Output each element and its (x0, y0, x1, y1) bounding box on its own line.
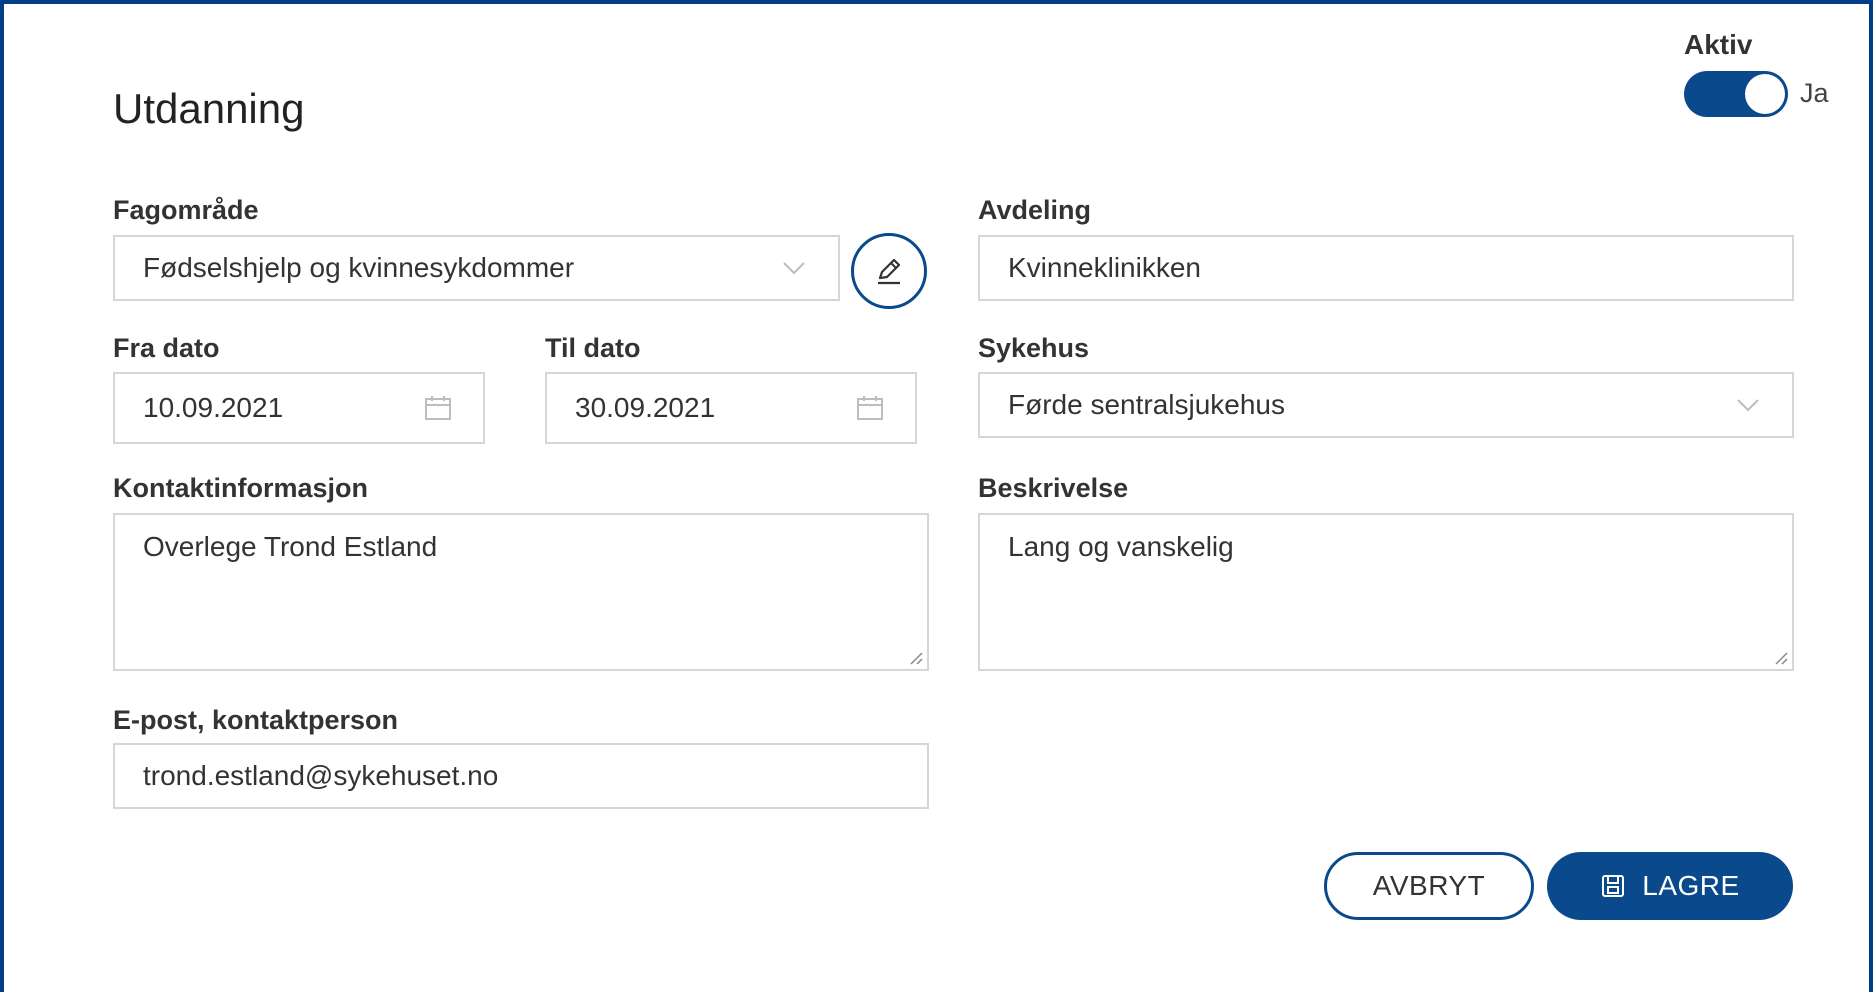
cancel-button[interactable]: AVBRYT (1324, 852, 1534, 920)
kontaktinformasjon-value: Overlege Trond Estland (143, 531, 438, 562)
avdeling-value: Kvinneklinikken (1008, 252, 1201, 283)
toggle-knob (1745, 74, 1785, 114)
beskrivelse-label: Beskrivelse (978, 473, 1129, 503)
fra-dato-input[interactable]: 10.09.2021 (113, 372, 485, 444)
sykehus-value: Førde sentralsjukehus (1008, 389, 1286, 420)
fagomrade-label: Fagområde (113, 195, 259, 225)
til-dato-label: Til dato (545, 333, 641, 363)
active-toggle-state: Ja (1800, 78, 1829, 108)
fra-dato-value: 10.09.2021 (143, 392, 284, 423)
avdeling-label: Avdeling (978, 195, 1092, 225)
calendar-icon[interactable] (423, 393, 453, 423)
avdeling-input[interactable]: Kvinneklinikken (978, 235, 1794, 301)
epost-value: trond.estland@sykehuset.no (143, 760, 499, 791)
pencil-icon (878, 258, 901, 285)
resize-handle-icon[interactable] (1772, 649, 1788, 665)
page-title: Utdanning (113, 85, 305, 132)
kontaktinformasjon-label: Kontaktinformasjon (113, 473, 369, 503)
resize-handle-icon[interactable] (907, 649, 923, 665)
chevron-down-icon (783, 262, 805, 275)
save-button-label: LAGRE (1642, 870, 1740, 901)
active-toggle[interactable] (1684, 71, 1788, 117)
epost-input[interactable]: trond.estland@sykehuset.no (113, 743, 929, 809)
edit-fagomrade-button[interactable] (851, 233, 927, 309)
calendar-icon[interactable] (855, 393, 885, 423)
sykehus-select[interactable]: Førde sentralsjukehus (978, 372, 1794, 438)
fra-dato-label: Fra dato (113, 333, 220, 363)
chevron-down-icon (1737, 399, 1759, 412)
floppy-disk-icon (1602, 875, 1625, 897)
epost-label: E-post, kontaktperson (113, 705, 399, 735)
til-dato-input[interactable]: 30.09.2021 (545, 372, 917, 444)
kontaktinformasjon-textarea[interactable]: Overlege Trond Estland (113, 513, 929, 671)
active-toggle-label: Aktiv (1684, 29, 1753, 60)
fagomrade-value: Fødselshjelp og kvinnesykdommer (143, 252, 575, 283)
cancel-button-label: AVBRYT (1372, 870, 1486, 901)
beskrivelse-textarea[interactable]: Lang og vanskelig (978, 513, 1794, 671)
save-button[interactable]: LAGRE (1547, 852, 1793, 920)
til-dato-value: 30.09.2021 (575, 392, 716, 423)
fagomrade-select[interactable]: Fødselshjelp og kvinnesykdommer (113, 235, 840, 301)
beskrivelse-value: Lang og vanskelig (1008, 531, 1234, 562)
sykehus-label: Sykehus (978, 333, 1090, 363)
